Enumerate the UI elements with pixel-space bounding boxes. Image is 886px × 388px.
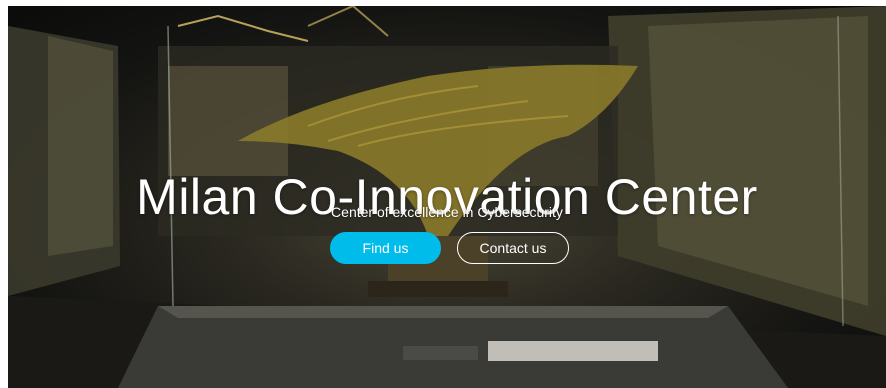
contact-us-button[interactable]: Contact us xyxy=(457,232,569,264)
find-us-button[interactable]: Find us xyxy=(330,232,441,264)
hero-subtitle: Center of excellence in Cybersecurity xyxy=(331,204,563,220)
hero-banner: Milan Co-Innovation Center Center of exc… xyxy=(8,6,886,388)
cta-button-group: Find us Contact us xyxy=(328,232,578,266)
